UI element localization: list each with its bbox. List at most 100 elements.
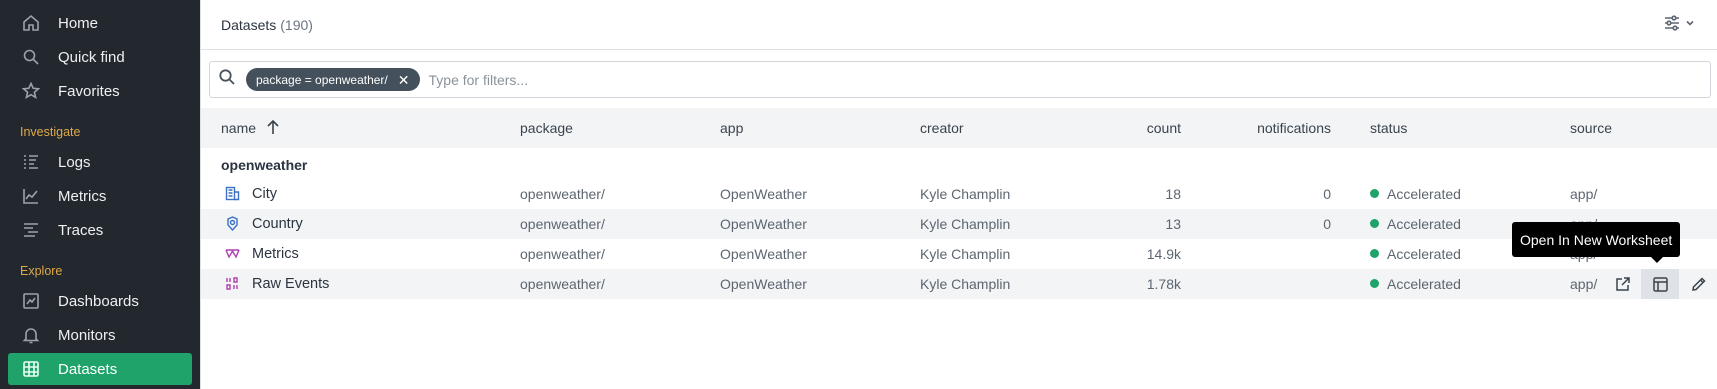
status-dot	[1370, 189, 1379, 198]
open-worksheet-button[interactable]	[1641, 269, 1679, 299]
table-row[interactable]: Country openweather/ OpenWeather Kyle Ch…	[201, 209, 1717, 239]
dataset-app: OpenWeather	[720, 246, 807, 262]
status-badge: Accelerated	[1370, 216, 1461, 232]
pencil-icon	[1691, 276, 1706, 291]
sidebar: Home Quick find Favorites Investigate Lo…	[0, 0, 200, 389]
column-header-app[interactable]: app	[720, 120, 743, 136]
section-label-investigate: Investigate	[20, 125, 81, 139]
filter-input[interactable]	[428, 71, 829, 88]
sidebar-item-dashboards[interactable]: Dashboards	[8, 285, 192, 317]
sort-ascending-icon[interactable]	[266, 119, 280, 138]
bell-icon	[22, 326, 40, 344]
filter-bar[interactable]: package = openweather/ ✕	[209, 61, 1711, 98]
tooltip: Open In New Worksheet	[1512, 222, 1681, 263]
close-icon[interactable]: ✕	[398, 73, 410, 87]
sidebar-item-label: Monitors	[58, 326, 116, 344]
row-actions	[1603, 269, 1717, 299]
traces-icon	[22, 221, 40, 239]
search-icon	[22, 48, 40, 66]
sidebar-item-label: Traces	[58, 221, 104, 239]
dataset-name[interactable]: City	[252, 186, 277, 202]
search-icon	[218, 68, 236, 91]
sidebar-item-label: Home	[58, 14, 99, 32]
status-text: Accelerated	[1387, 276, 1461, 292]
sidebar-item-home[interactable]: Home	[8, 7, 192, 39]
dataset-app: OpenWeather	[720, 186, 807, 202]
sidebar-item-label: Dashboards	[58, 292, 139, 310]
status-badge: Accelerated	[1370, 246, 1461, 262]
sliders-icon	[1665, 15, 1679, 31]
dataset-name[interactable]: Country	[252, 216, 303, 232]
filter-chip[interactable]: package = openweather/ ✕	[246, 68, 420, 91]
table-row[interactable]: City openweather/ OpenWeather Kyle Champ…	[201, 179, 1717, 209]
open-external-button[interactable]	[1603, 269, 1641, 299]
dataset-package: openweather/	[520, 186, 605, 202]
dataset-creator: Kyle Champlin	[920, 186, 1011, 202]
column-header-count[interactable]: count	[1101, 120, 1181, 136]
dataset-app: OpenWeather	[720, 276, 807, 292]
dataset-count: 14.9k	[1146, 246, 1181, 262]
grid-icon	[22, 360, 40, 378]
sidebar-item-label: Metrics	[58, 187, 107, 205]
column-header-source[interactable]: source	[1570, 120, 1612, 136]
table-row[interactable]: Raw Events openweather/ OpenWeather Kyle…	[201, 269, 1717, 299]
worksheet-icon	[1652, 276, 1668, 292]
dataset-count: 1.78k	[1146, 276, 1181, 292]
sidebar-item-label: Favorites	[58, 82, 120, 100]
dashboard-icon	[22, 292, 40, 310]
column-header-package[interactable]: package	[520, 120, 573, 136]
status-text: Accelerated	[1387, 216, 1461, 232]
sidebar-item-quick-find[interactable]: Quick find	[8, 41, 192, 73]
resource-icon	[225, 216, 240, 232]
sidebar-item-datasets[interactable]: Datasets	[8, 353, 192, 385]
sidebar-item-label: Logs	[58, 153, 91, 171]
dataset-notifications: 0	[1323, 186, 1331, 202]
table-icon	[225, 186, 240, 201]
page-title: Datasets	[221, 16, 277, 33]
dataset-package: openweather/	[520, 276, 605, 292]
column-header-creator[interactable]: creator	[920, 120, 964, 136]
dataset-name[interactable]: Raw Events	[252, 276, 329, 292]
page-header: Datasets (190)	[201, 0, 1717, 50]
event-icon	[225, 276, 240, 291]
sidebar-item-monitors[interactable]: Monitors	[8, 319, 192, 351]
home-icon	[22, 14, 40, 32]
group-label: openweather	[221, 157, 308, 173]
sidebar-item-favorites[interactable]: Favorites	[8, 75, 192, 107]
dataset-count: 18	[1165, 186, 1181, 202]
main-panel: Datasets (190) package = openweather/ ✕	[200, 0, 1717, 389]
dataset-creator: Kyle Champlin	[920, 246, 1011, 262]
column-header-status[interactable]: status	[1370, 120, 1407, 136]
status-dot	[1370, 279, 1379, 288]
status-dot	[1370, 249, 1379, 258]
dataset-creator: Kyle Champlin	[920, 276, 1011, 292]
column-header-label: name	[221, 120, 257, 136]
status-badge: Accelerated	[1370, 276, 1461, 292]
status-text: Accelerated	[1387, 186, 1461, 202]
dataset-notifications: 0	[1323, 216, 1331, 232]
sidebar-item-traces[interactable]: Traces	[8, 214, 192, 246]
sidebar-item-metrics[interactable]: Metrics	[8, 180, 192, 212]
external-link-icon	[1615, 276, 1630, 291]
column-settings-button[interactable]	[1663, 14, 1695, 32]
dataset-app: OpenWeather	[720, 216, 807, 232]
chevron-down-icon	[1686, 20, 1694, 26]
logs-icon	[22, 153, 40, 171]
dataset-name[interactable]: Metrics	[252, 246, 299, 262]
section-label-explore: Explore	[20, 264, 63, 278]
edit-button[interactable]	[1679, 269, 1717, 299]
metrics-icon	[225, 246, 240, 261]
column-header-notifications[interactable]: notifications	[1211, 120, 1331, 136]
sidebar-item-logs[interactable]: Logs	[8, 146, 192, 178]
dataset-source: app/	[1570, 186, 1598, 202]
app-root: Home Quick find Favorites Investigate Lo…	[0, 0, 1717, 389]
star-icon	[22, 82, 40, 100]
status-text: Accelerated	[1387, 246, 1461, 262]
sidebar-item-label: Quick find	[58, 48, 125, 66]
dataset-source: app/	[1570, 276, 1598, 292]
dataset-creator: Kyle Champlin	[920, 216, 1011, 232]
column-header-name[interactable]: name	[221, 119, 280, 138]
sidebar-item-label: Datasets	[58, 360, 118, 378]
table-row[interactable]: Metrics openweather/ OpenWeather Kyle Ch…	[201, 239, 1717, 269]
table-header: name package app creator count notificat…	[201, 108, 1717, 148]
